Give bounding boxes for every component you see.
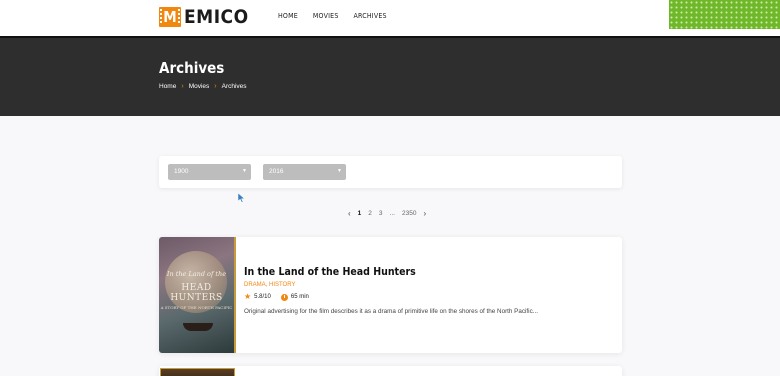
movie-poster[interactable]: In the Land of the HEAD HUNTERS A STORY … [159,237,236,353]
movie-card-next [159,366,622,376]
page-title: Archives [159,59,225,77]
nav-archives[interactable]: ARCHIVES [354,12,387,20]
breadcrumb-home[interactable]: Home [159,83,176,90]
movie-duration: 65 min [290,294,309,300]
movie-title[interactable]: In the Land of the Head Hunters [244,266,416,278]
nav-home[interactable]: HOME [278,12,298,20]
site-logo[interactable]: M EMICO [159,6,249,28]
page-link-1[interactable]: 1 [358,210,362,217]
year-from-select[interactable]: 1900 ▼ [168,164,251,180]
page-ellipsis: ... [389,210,395,217]
year-to-value: 2016 [269,168,284,175]
breadcrumb-movies[interactable]: Movies [189,83,210,90]
page-link-3[interactable]: 3 [379,210,383,217]
page-link-last[interactable]: 2350 [402,210,416,217]
poster-text-title: HEAD HUNTERS [159,283,234,303]
breadcrumb-current: Archives [221,83,247,90]
poster-text-top: In the Land of the [166,270,227,278]
page-banner: Archives Home › Movies › Archives [0,36,780,116]
site-header: M EMICO HOME MOVIES ARCHIVES [0,0,780,36]
chevron-right-icon: › [214,83,217,90]
chevron-left-icon[interactable]: ‹ [348,209,351,218]
poster-text-sub: A STORY OF THE NORTH PACIFIC [160,305,233,310]
page-link-2[interactable]: 2 [368,210,372,217]
chevron-right-icon[interactable]: › [423,209,426,218]
year-to-select[interactable]: 2016 ▼ [263,164,346,180]
poster-boat [183,323,213,331]
chevron-right-icon: › [181,83,184,90]
movie-rating: 5.8/10 [254,294,271,300]
nav-movies[interactable]: MOVIES [313,12,339,20]
chevron-down-icon: ▼ [242,168,247,174]
mouse-cursor-icon [238,193,246,203]
year-from-value: 1900 [174,168,189,175]
poster-moon [165,251,227,313]
movie-card: In the Land of the HEAD HUNTERS A STORY … [159,237,622,353]
film-strip-icon: M [159,7,181,27]
logo-letter: M [163,8,177,26]
movie-description: Original advertising for the film descri… [244,308,538,315]
movie-meta: ★ 5.8/10 65 min [244,293,309,301]
clock-icon [280,293,288,301]
poster-title-word2: HUNTERS [170,293,223,303]
logo-text: EMICO [184,6,249,28]
year-filter: 1900 ▼ 2016 ▼ [159,156,622,188]
pagination: ‹ 1 2 3 ... 2350 › [348,209,433,218]
chevron-down-icon: ▼ [337,168,342,174]
main-nav: HOME MOVIES ARCHIVES [278,12,402,20]
movie-genres[interactable]: DRAMA, HISTORY [244,282,295,288]
breadcrumb: Home › Movies › Archives [159,83,247,90]
movie-poster-next[interactable] [160,368,235,376]
star-icon: ★ [244,292,252,301]
poster-title-word1: HEAD [181,283,212,293]
header-decoration [669,0,780,29]
